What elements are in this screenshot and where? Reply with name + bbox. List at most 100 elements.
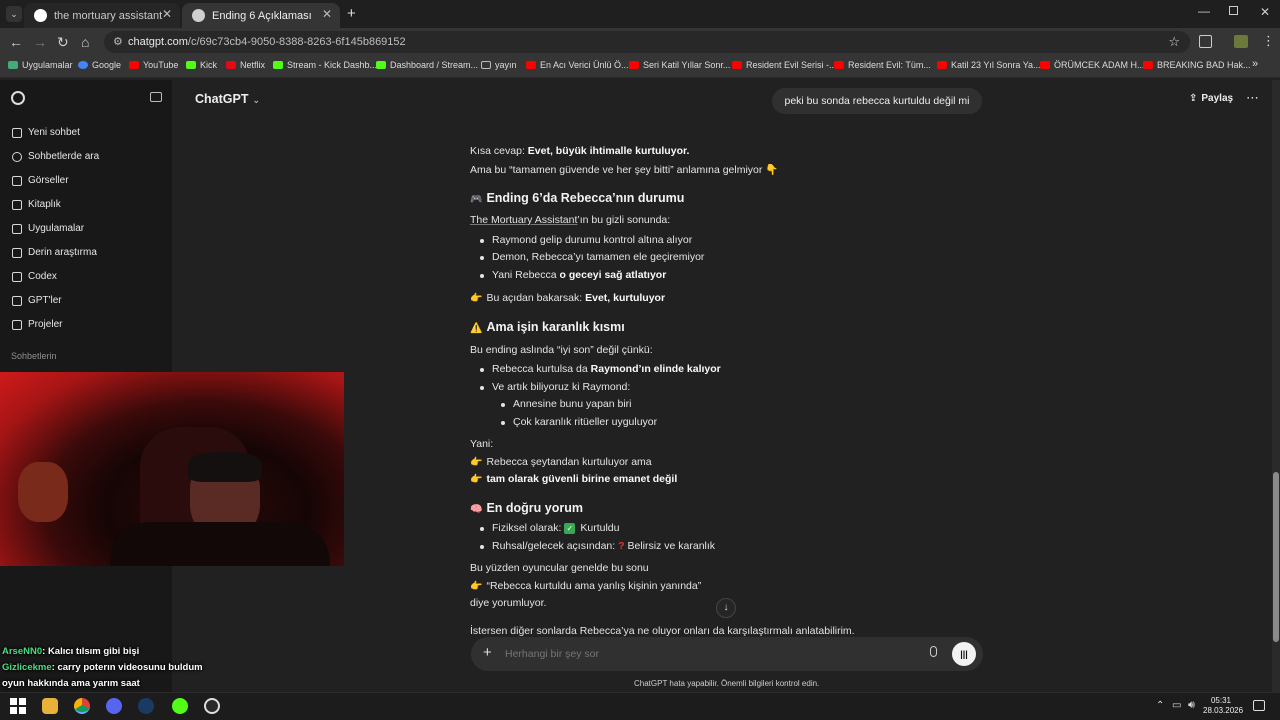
- chrome-icon[interactable]: [74, 698, 90, 714]
- close-window-icon[interactable]: ✕: [1260, 5, 1270, 19]
- share-button[interactable]: ⇪ Paylaş: [1189, 93, 1233, 104]
- discord-icon[interactable]: [106, 698, 122, 714]
- voice-mode-button[interactable]: |||: [952, 642, 976, 666]
- minimize-icon[interactable]: —: [1198, 4, 1210, 18]
- file-explorer-icon[interactable]: [42, 698, 58, 714]
- bullet: [480, 239, 484, 243]
- tab-mortuary[interactable]: the mortuary assistant ending 6 ✕: [24, 3, 180, 28]
- bookmark-apps[interactable]: Uygulamalar: [8, 60, 73, 70]
- scroll-down-button[interactable]: ↓: [716, 598, 736, 618]
- chat-user: Gizlicekme: [2, 662, 52, 673]
- bullet: [480, 274, 484, 278]
- more-options-icon[interactable]: ⋯: [1246, 90, 1259, 106]
- composer: + |||: [471, 637, 983, 671]
- chatgpt-icon: [192, 9, 205, 22]
- toggle-sidebar-icon[interactable]: [150, 92, 162, 102]
- sidebar-item-projects[interactable]: Projeler: [12, 319, 62, 330]
- new-tab-icon[interactable]: +: [347, 5, 356, 22]
- gamepad-icon: 🎮: [470, 194, 483, 205]
- kick-app-icon[interactable]: [172, 698, 188, 714]
- heading-ending6: 🎮 Ending 6’da Rebecca’nın durumu: [470, 191, 685, 205]
- reload-icon[interactable]: ↻: [57, 34, 69, 51]
- sidebar-item-apps[interactable]: Uygulamalar: [12, 223, 84, 234]
- codex-icon: [12, 271, 22, 282]
- notifications-icon[interactable]: [1253, 700, 1265, 711]
- sidebar-item-images[interactable]: Görseller: [12, 175, 69, 186]
- forward-icon[interactable]: →: [33, 34, 47, 50]
- bookmark-video-6[interactable]: ÖRÜMCEK ADAM H...: [1040, 60, 1145, 70]
- conclusion-line: 👉 Bu açıdan bakarsak: Evet, kurtuluyor: [470, 292, 666, 304]
- close-tab-icon[interactable]: ✕: [162, 7, 172, 21]
- tray-expand-icon[interactable]: ⌃: [1156, 700, 1164, 711]
- list-item: Rebecca kurtulsa da Raymond’ın elinde ka…: [492, 363, 721, 375]
- bookmark-youtube[interactable]: YouTube: [129, 60, 178, 70]
- sub-list-item: Çok karanlık ritüeller uyguluyor: [513, 416, 658, 428]
- paragraph: İstersen diğer sonlarda Rebecca’ya ne ol…: [470, 625, 855, 637]
- bookmark-kick[interactable]: Kick: [186, 60, 217, 70]
- webcam-overlay: [0, 372, 344, 566]
- sidebar-section-title: Sohbetlerin: [11, 351, 57, 361]
- sidebar-item-codex[interactable]: Codex: [12, 271, 57, 282]
- toy-figure: [18, 462, 68, 522]
- windows-taskbar: [0, 692, 1280, 720]
- profile-icon[interactable]: [1234, 35, 1248, 48]
- back-icon[interactable]: ←: [9, 34, 23, 50]
- bookmark-google[interactable]: Google: [78, 60, 121, 70]
- heading-dark-side: ⚠️ Ama işin karanlık kısmı: [470, 320, 625, 334]
- tab-search-button[interactable]: ⌄: [6, 6, 22, 22]
- paragraph: Yani:: [470, 438, 494, 450]
- bookmark-video-7[interactable]: BREAKING BAD Hak...: [1143, 60, 1251, 70]
- pointing-hand-icon: 👉: [470, 293, 483, 304]
- windows-start-icon[interactable]: [10, 698, 26, 714]
- bookmark-video-1[interactable]: En Acı Verici Ünlü Ö...: [526, 60, 629, 70]
- sidebar-item-new-chat[interactable]: Yeni sohbet: [12, 127, 80, 138]
- bookmark-video-5[interactable]: Katil 23 Yıl Sonra Ya...: [937, 60, 1041, 70]
- bookmark-kick-dashboard[interactable]: Stream - Kick Dashb...: [273, 60, 377, 70]
- gpts-icon: [12, 295, 22, 306]
- obs-icon[interactable]: [204, 698, 220, 714]
- sidebar-item-deep-research[interactable]: Derin araştırma: [12, 247, 97, 258]
- site-info-icon[interactable]: ⚙: [113, 31, 123, 53]
- bookmark-video-2[interactable]: Seri Katil Yıllar Sonr...: [629, 60, 730, 70]
- browser-menu-icon[interactable]: ⋮: [1262, 33, 1275, 49]
- scrollbar[interactable]: [1272, 80, 1280, 692]
- sidebar-item-library[interactable]: Kitaplık: [12, 199, 61, 210]
- volume-icon[interactable]: 🔊︎: [1188, 699, 1195, 712]
- stream-chat-line: ArseNN0: Kalıcı tılsım gibi bişi: [2, 646, 140, 657]
- pointing-hand-icon: 👉: [470, 474, 483, 485]
- restore-icon[interactable]: [1229, 6, 1238, 15]
- paragraph: Bu yüzden oyuncular genelde bu sonu: [470, 562, 649, 574]
- bookmark-star-icon[interactable]: ☆: [1168, 31, 1180, 53]
- tab-ending6[interactable]: Ending 6 Açıklaması ✕: [182, 3, 340, 28]
- scrollbar-thumb[interactable]: [1273, 472, 1279, 642]
- model-selector[interactable]: ChatGPT ⌄: [195, 92, 260, 106]
- sidebar-item-gpts[interactable]: GPT'ler: [12, 295, 62, 306]
- sidebar-item-search[interactable]: Sohbetlerde ara: [12, 151, 99, 162]
- url-field[interactable]: ⚙ chatgpt.com/c/69c73cb4-9050-8388-8263-…: [104, 31, 1190, 53]
- clock[interactable]: 05:31 28.03.2026: [1203, 696, 1243, 716]
- bookmark-netflix[interactable]: Netflix: [226, 60, 265, 70]
- list-item: Demon, Rebecca’yı tamamen ele geçiremiyo…: [492, 251, 705, 263]
- list-item: Fiziksel olarak: ✓ Kurtuldu: [492, 522, 620, 534]
- pointing-hand-icon: 👉: [470, 581, 483, 592]
- bookmark-folder-yayin[interactable]: yayın: [481, 60, 517, 70]
- stream-chat-line: Gizlicekme: carry poterın videosunu buld…: [2, 662, 203, 673]
- question-icon: ?: [618, 540, 625, 552]
- mortuary-link[interactable]: The Mortuary Assistant: [470, 214, 577, 226]
- heading-interpretation: 🧠 En doğru yorum: [470, 501, 583, 515]
- more-bookmarks-icon[interactable]: »: [1252, 58, 1258, 70]
- microphone-icon[interactable]: [930, 646, 937, 657]
- bookmark-video-4[interactable]: Resident Evil: Tüm...: [834, 60, 931, 70]
- network-icon[interactable]: ▭: [1172, 700, 1181, 711]
- home-icon[interactable]: ⌂: [81, 34, 89, 50]
- openai-logo-icon[interactable]: [11, 91, 25, 105]
- add-attachment-icon[interactable]: +: [483, 644, 492, 661]
- bookmark-video-3[interactable]: Resident Evil Serisi -...: [732, 60, 837, 70]
- steam-icon[interactable]: [138, 698, 154, 714]
- bookmark-stream-dashboard[interactable]: Dashboard / Stream...: [376, 60, 478, 70]
- prompt-input[interactable]: [505, 645, 885, 663]
- paragraph: 👉 Rebecca şeytandan kurtuluyor ama: [470, 456, 652, 468]
- extensions-icon[interactable]: [1199, 35, 1212, 48]
- close-tab-icon[interactable]: ✕: [322, 7, 332, 21]
- tab-title: the mortuary assistant ending 6: [54, 9, 164, 22]
